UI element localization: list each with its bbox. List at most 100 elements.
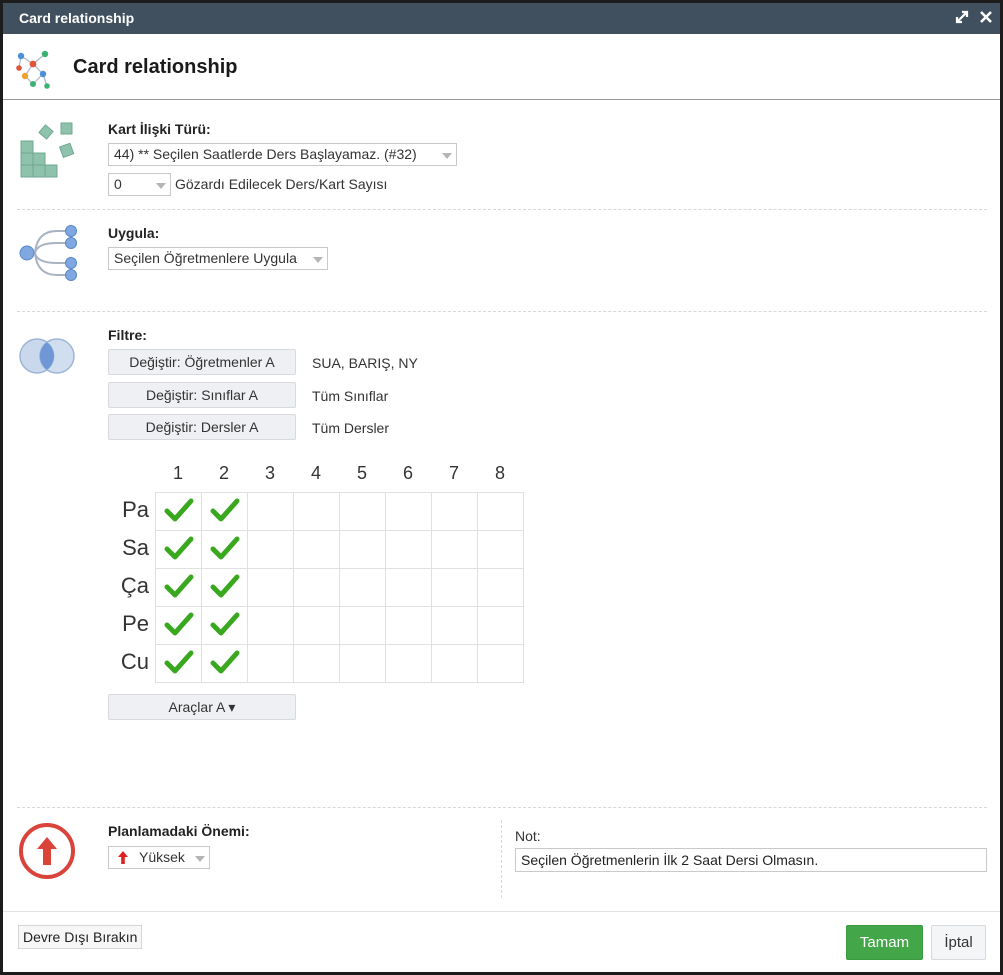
dialog-header: Card relationship: [3, 34, 1000, 100]
grid-cell[interactable]: [385, 568, 432, 607]
checkmark-icon: [164, 498, 193, 522]
grid-cell[interactable]: [339, 530, 386, 569]
period-header: 6: [402, 463, 413, 483]
period-header: 5: [356, 463, 367, 483]
grid-cell[interactable]: [201, 644, 248, 683]
relation-type-value: 44) ** Seçilen Saatlerde Ders Başlayamaz…: [114, 146, 417, 162]
maximize-icon[interactable]: [953, 7, 973, 29]
ok-button[interactable]: Tamam: [846, 925, 923, 960]
grid-cell[interactable]: [155, 530, 202, 569]
grid-cell[interactable]: [155, 644, 202, 683]
grid-cell[interactable]: [431, 568, 478, 607]
grid-cell[interactable]: [247, 606, 294, 645]
grid-cell[interactable]: [247, 492, 294, 531]
grid-cell[interactable]: [247, 644, 294, 683]
window-title: Card relationship: [19, 10, 135, 26]
ignore-count-value: 0: [114, 176, 122, 192]
tools-button[interactable]: Araçlar A ▾: [108, 694, 296, 720]
close-icon[interactable]: [977, 7, 997, 29]
grid-cell[interactable]: [339, 644, 386, 683]
grid-cell[interactable]: [201, 492, 248, 531]
grid-cell[interactable]: [339, 606, 386, 645]
day-header: Pa: [122, 497, 149, 522]
section-divider: [17, 807, 987, 808]
ignore-count-select[interactable]: 0: [108, 173, 171, 196]
day-header: Pe: [122, 611, 149, 636]
grid-row: [155, 530, 524, 569]
chevron-down-icon: [156, 183, 166, 189]
grid-row: [155, 568, 524, 607]
apply-select[interactable]: Seçilen Öğretmenlere Uygula: [108, 247, 328, 270]
blocks-icon: [20, 122, 75, 178]
grid-cell[interactable]: [477, 568, 524, 607]
priority-select[interactable]: Yüksek: [108, 846, 210, 869]
section-divider: [17, 311, 987, 312]
grid-cell[interactable]: [293, 568, 340, 607]
priority-arrow-up-icon: [19, 823, 75, 879]
grid-cell[interactable]: [247, 530, 294, 569]
priority-value: Yüksek: [139, 849, 185, 865]
grid-cell[interactable]: [293, 606, 340, 645]
checkmark-icon: [210, 498, 239, 522]
chevron-down-icon: [313, 257, 323, 263]
classes-value: Tüm Sınıflar: [312, 388, 389, 404]
chevron-down-icon: [442, 153, 452, 159]
grid-cell[interactable]: [385, 492, 432, 531]
grid-cell[interactable]: [201, 530, 248, 569]
grid-cell[interactable]: [155, 568, 202, 607]
checkmark-icon: [210, 536, 239, 560]
grid-cell[interactable]: [247, 568, 294, 607]
section-divider: [17, 209, 987, 210]
grid-cell[interactable]: [201, 606, 248, 645]
grid-row: [155, 644, 524, 683]
grid-cell[interactable]: [477, 606, 524, 645]
grid-cell[interactable]: [201, 568, 248, 607]
change-lessons-button[interactable]: Değiştir: Dersler A: [108, 414, 296, 440]
grid-cell[interactable]: [293, 530, 340, 569]
grid-cell[interactable]: [477, 492, 524, 531]
grid-cell[interactable]: [293, 644, 340, 683]
timetable-grid: [155, 492, 524, 683]
tree-branch-icon: [19, 225, 77, 281]
day-header: Ça: [120, 573, 149, 598]
grid-cell[interactable]: [431, 606, 478, 645]
checkmark-icon: [210, 612, 239, 636]
grid-cell[interactable]: [155, 606, 202, 645]
grid-cell[interactable]: [431, 644, 478, 683]
period-header: 7: [448, 463, 459, 483]
grid-cell[interactable]: [155, 492, 202, 531]
cancel-button[interactable]: İptal: [931, 925, 986, 960]
arrow-up-icon: [118, 851, 128, 864]
grid-cell[interactable]: [477, 530, 524, 569]
ignore-count-label: Gözardı Edilecek Ders/Kart Sayısı: [175, 176, 388, 192]
priority-label: Planlamadaki Önemi:: [108, 823, 250, 839]
period-header: 3: [264, 463, 275, 483]
grid-cell[interactable]: [385, 606, 432, 645]
disable-button[interactable]: Devre Dışı Bırakın: [18, 925, 143, 949]
grid-cell[interactable]: [385, 644, 432, 683]
change-teachers-button[interactable]: Değiştir: Öğretmenler A: [108, 349, 296, 375]
venn-diagram-icon: [19, 338, 75, 374]
grid-cell[interactable]: [431, 492, 478, 531]
period-header: 1: [172, 463, 183, 483]
note-input[interactable]: Seçilen Öğretmenlerin İlk 2 Saat Dersi O…: [515, 848, 987, 872]
grid-cell[interactable]: [293, 492, 340, 531]
window-titlebar[interactable]: Card relationship: [3, 3, 1000, 34]
period-header: 8: [494, 463, 505, 483]
day-header: Cu: [120, 649, 149, 674]
relation-type-label: Kart İlişki Türü:: [108, 121, 211, 137]
apply-label: Uygula:: [108, 225, 160, 241]
checkmark-icon: [164, 574, 193, 598]
card-relationship-dialog: Card relationship Card relationship Kart…: [0, 0, 1003, 975]
teachers-value: SUA, BARIŞ, NY: [312, 355, 418, 371]
grid-cell[interactable]: [431, 530, 478, 569]
change-classes-button[interactable]: Değiştir: Sınıflar A: [108, 382, 296, 408]
relationship-network-icon: [16, 50, 50, 89]
period-header: 2: [218, 463, 229, 483]
page-title: Card relationship: [73, 56, 238, 78]
grid-cell[interactable]: [385, 530, 432, 569]
grid-cell[interactable]: [477, 644, 524, 683]
grid-cell[interactable]: [339, 492, 386, 531]
grid-cell[interactable]: [339, 568, 386, 607]
relation-type-select[interactable]: 44) ** Seçilen Saatlerde Ders Başlayamaz…: [108, 143, 457, 166]
